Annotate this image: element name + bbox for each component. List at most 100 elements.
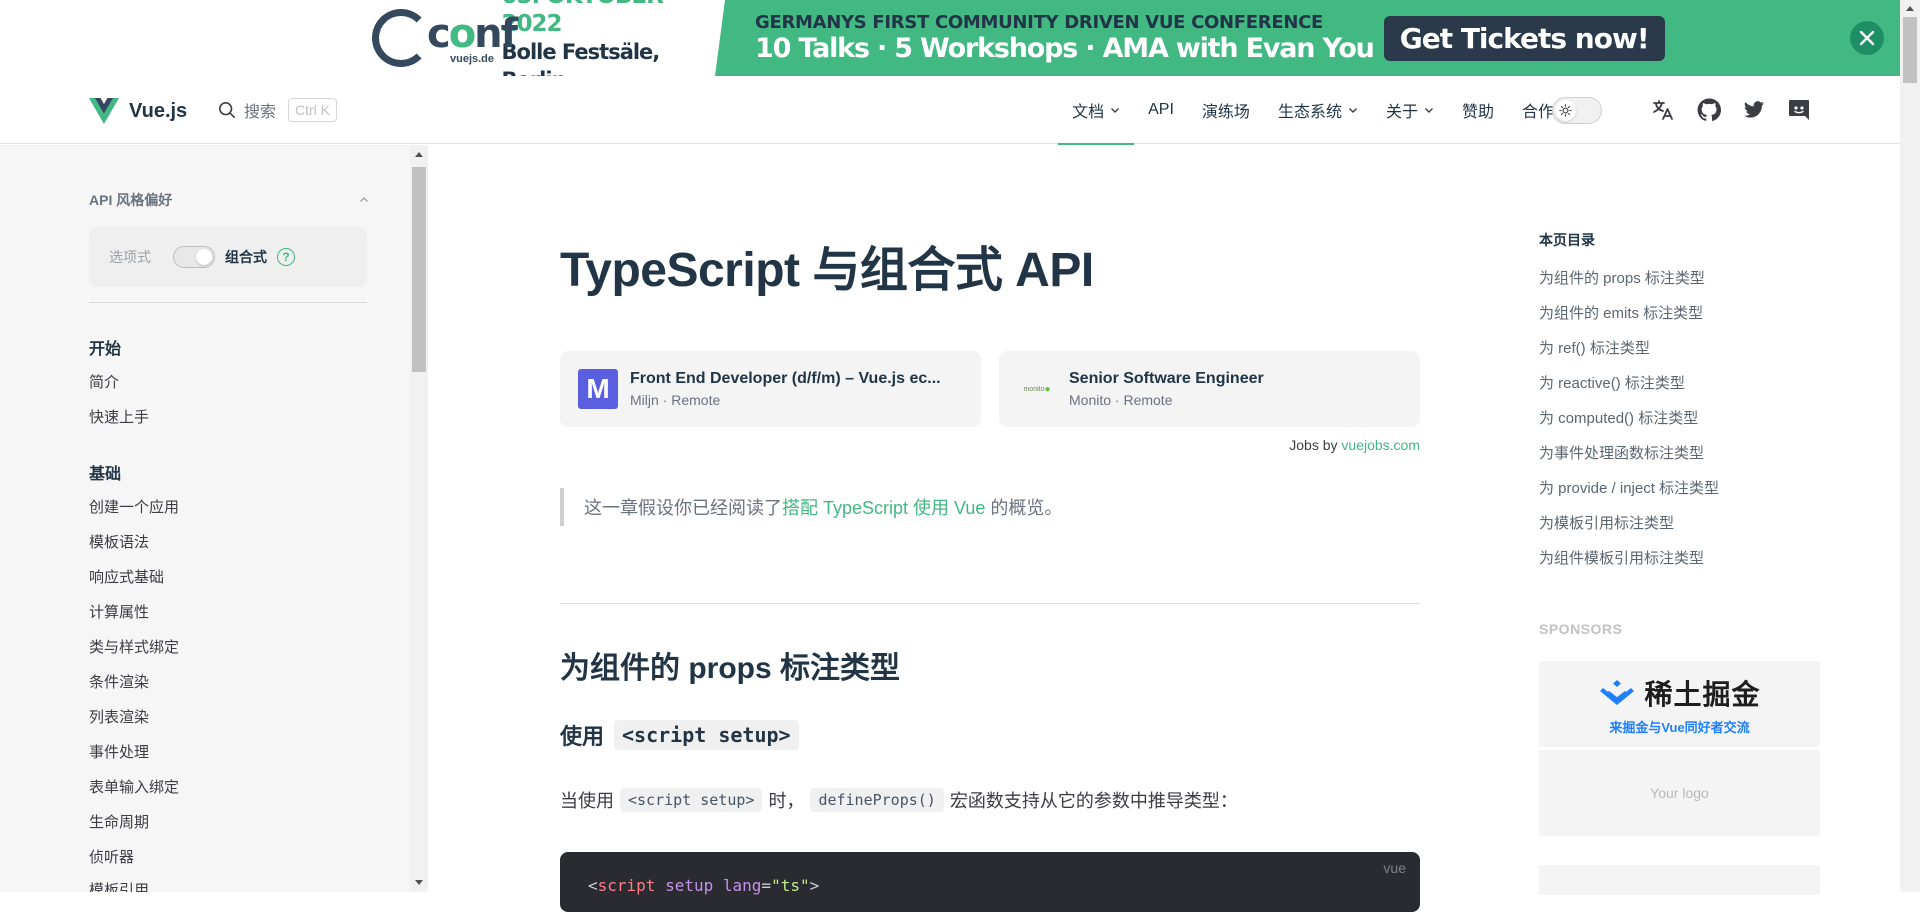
nav-sponsor-label: 赞助	[1461, 104, 1494, 121]
sidebar-item-template-refs[interactable]: 模板引用	[89, 879, 149, 892]
chevron-down-icon	[1111, 108, 1120, 113]
toc-item-provide-inject[interactable]: 为 provide / inject 标注类型	[1539, 477, 1719, 498]
inline-code: defineProps()	[810, 788, 944, 812]
sponsor-juejin[interactable]: 稀土掘金 来掘金与Vue同好者交流	[1539, 661, 1820, 747]
page-scrollbar[interactable]	[1900, 0, 1920, 892]
nav-api[interactable]: API	[1134, 76, 1188, 144]
get-tickets-button[interactable]: Get Tickets now!	[1383, 15, 1665, 61]
nav-sponsor[interactable]: 赞助	[1448, 76, 1508, 144]
toc-item-template-refs[interactable]: 为模板引用标注类型	[1539, 512, 1674, 533]
sidebar-group-getting-started: 开始	[89, 341, 122, 358]
nav-ecosystem[interactable]: 生态系统	[1264, 76, 1372, 144]
subsection-heading-prefix: 使用	[560, 724, 605, 749]
language-switch[interactable]	[1650, 97, 1676, 123]
juejin-slogan: 来掘金与Vue同好者交流	[1609, 719, 1750, 735]
options-api-label[interactable]: 选项式	[109, 247, 151, 267]
sidebar-item-computed[interactable]: 计算属性	[89, 601, 149, 622]
nav-playground[interactable]: 演练场	[1188, 76, 1264, 144]
close-banner-button[interactable]	[1850, 21, 1884, 55]
page-scroll-up-arrow[interactable]	[1906, 6, 1914, 11]
your-logo-placeholder: Your logo	[1650, 785, 1709, 801]
sidebar-item-events[interactable]: 事件处理	[89, 741, 149, 762]
api-style-toggle[interactable]	[173, 246, 215, 268]
twitter-icon	[1743, 101, 1765, 118]
juejin-logo-icon	[1600, 679, 1635, 705]
code-equals: =	[761, 876, 772, 895]
brand-name: Vue.js	[129, 99, 188, 122]
sidebar-scrollbar-thumb[interactable]	[412, 167, 426, 372]
sidebar-group-essentials: 基础	[89, 466, 122, 483]
nav-links: 文档 API 演练场 生态系统 关于 赞助 合作伙伴	[1058, 76, 1600, 145]
dark-mode-toggle[interactable]	[1552, 97, 1602, 124]
discord-link[interactable]	[1786, 97, 1812, 123]
monito-logo-text: monito	[1023, 385, 1045, 393]
toc-item-event-handlers[interactable]: 为事件处理函数标注类型	[1539, 442, 1704, 463]
page-scrollbar-thumb[interactable]	[1903, 17, 1917, 83]
sidebar-item-class-style[interactable]: 类与样式绑定	[89, 636, 179, 657]
banner-tagline: GERMANYS FIRST COMMUNITY DRIVEN VUE CONF…	[755, 11, 1324, 33]
sponsor-placeholder[interactable]: Your logo	[1539, 750, 1820, 836]
conference-banner[interactable]: Vconf vuejs.de 05. OKTOBER 2022 Bolle Fe…	[0, 0, 1920, 92]
github-link[interactable]	[1696, 97, 1722, 123]
sidebar-item-forms[interactable]: 表单输入绑定	[89, 776, 179, 797]
nav-api-label: API	[1148, 101, 1174, 118]
vueconf-logo-letter-o: o	[448, 11, 477, 57]
composition-api-label[interactable]: 组合式	[225, 247, 267, 267]
code-attr-setup: setup	[665, 876, 714, 895]
toc-item-emits[interactable]: 为组件的 emits 标注类型	[1539, 302, 1703, 323]
paragraph-text: 宏函数支持从它的参数中推导类型：	[949, 791, 1238, 811]
sidebar-item-lifecycle[interactable]: 生命周期	[89, 811, 149, 832]
job-card-miljn[interactable]: M Front End Developer (d/f/m) – Vue.js e…	[560, 351, 981, 427]
sponsor-placeholder-partial[interactable]	[1539, 865, 1820, 895]
sidebar-item-introduction[interactable]: 简介	[89, 371, 119, 392]
code-tag-name: script	[597, 876, 656, 895]
toc-item-ref[interactable]: 为 ref() 标注类型	[1539, 337, 1650, 358]
conference-date: 05. OKTOBER 2022	[501, 0, 664, 37]
ts-overview-link[interactable]: 搭配 TypeScript 使用 Vue	[782, 494, 985, 520]
job-company: Miljn · Remote	[630, 392, 721, 408]
api-preference-header[interactable]: API 风格偏好	[89, 190, 369, 210]
job-card-monito[interactable]: monito ● Senior Software Engineer Monito …	[999, 351, 1420, 427]
nav-about[interactable]: 关于	[1372, 76, 1448, 144]
sidebar-item-watchers[interactable]: 侦听器	[89, 846, 134, 867]
vuejobs-link[interactable]: vuejobs.com	[1341, 437, 1420, 453]
sidebar-item-create-app[interactable]: 创建一个应用	[89, 496, 179, 517]
vueconf-logo-letters-nf: nf	[474, 11, 518, 57]
toc-item-reactive[interactable]: 为 reactive() 标注类型	[1539, 372, 1685, 393]
toc-item-component-template-refs[interactable]: 为组件模板引用标注类型	[1539, 547, 1704, 568]
nav-docs[interactable]: 文档	[1058, 76, 1135, 145]
sidebar-scrollbar[interactable]	[410, 145, 428, 892]
nav-docs-label: 文档	[1072, 104, 1105, 121]
nav-ecosystem-label: 生态系统	[1277, 104, 1342, 121]
chevron-down-icon	[1348, 108, 1357, 113]
jobs-attribution: Jobs by vuejobs.com	[1289, 437, 1420, 453]
top-navbar: Vue.js 搜索 Ctrl K 文档 API 演练场 生态系统 关于 赞助 合…	[0, 76, 1900, 145]
sponsors-title: SPONSORS	[1539, 621, 1623, 637]
nav-playground-label: 演练场	[1201, 104, 1250, 121]
job-company: Monito · Remote	[1069, 392, 1173, 408]
banner-highlights: 10 Talks · 5 Workshops · AMA with Evan Y…	[755, 32, 1375, 64]
vueconf-logo-domain: vuejs.de	[450, 53, 495, 65]
chevron-up-icon	[360, 197, 368, 202]
sidebar-item-template-syntax[interactable]: 模板语法	[89, 531, 149, 552]
twitter-link[interactable]	[1741, 97, 1767, 123]
sidebar-item-quick-start[interactable]: 快速上手	[89, 406, 149, 427]
search-button[interactable]: 搜索 Ctrl K	[218, 96, 338, 124]
brand-link[interactable]: Vue.js	[89, 98, 187, 124]
code-bracket-open: <	[588, 876, 598, 895]
toc-item-computed[interactable]: 为 computed() 标注类型	[1539, 407, 1698, 428]
paragraph-text: 时，	[768, 791, 805, 811]
toc-item-props[interactable]: 为组件的 props 标注类型	[1539, 267, 1705, 288]
sidebar-item-reactivity[interactable]: 响应式基础	[89, 566, 164, 587]
vue-logo-icon	[89, 98, 119, 124]
tip-prefix: 这一章假设你已经阅读了	[584, 498, 782, 518]
scroll-down-arrow[interactable]	[415, 880, 423, 885]
sidebar-item-list[interactable]: 列表渲染	[89, 706, 149, 727]
job-title: Senior Software Engineer	[1069, 370, 1264, 387]
help-icon[interactable]: ?	[277, 248, 295, 266]
toc-title: 本页目录	[1539, 232, 1595, 248]
sidebar-item-conditional[interactable]: 条件渲染	[89, 671, 149, 692]
paragraph-text: 当使用	[560, 791, 614, 811]
scroll-up-arrow[interactable]	[415, 152, 423, 157]
prerequisite-tip: 这一章假设你已经阅读了 搭配 TypeScript 使用 Vue 的概览。	[560, 488, 1420, 526]
